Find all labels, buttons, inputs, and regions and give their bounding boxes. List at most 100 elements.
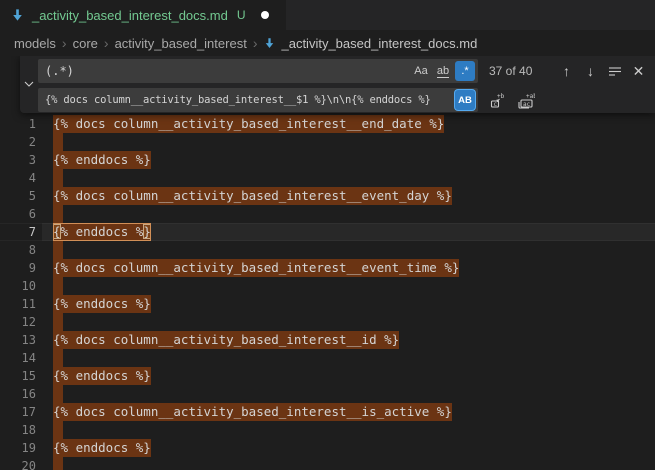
code-line[interactable]: 7 {% enddocs %} xyxy=(0,223,655,241)
unsaved-dot-icon[interactable] xyxy=(261,11,269,19)
line-number: 7 xyxy=(0,223,36,241)
line-text xyxy=(36,457,63,470)
code-line[interactable]: 9 {% docs column__activity_based_interest… xyxy=(0,259,655,277)
line-number: 5 xyxy=(0,187,36,205)
regex-toggle[interactable]: .* xyxy=(455,61,475,81)
line-text: {% enddocs %} xyxy=(36,295,151,313)
line-text xyxy=(36,421,63,439)
find-match-highlight-empty xyxy=(53,241,63,259)
code-line[interactable]: 17{% docs column__activity_based_interes… xyxy=(0,403,655,421)
line-text xyxy=(36,169,63,187)
find-match-highlight-empty xyxy=(53,457,63,470)
code-area[interactable]: 1{% docs column__activity_based_interest… xyxy=(0,115,655,470)
code-line[interactable]: 4 xyxy=(0,169,655,187)
line-number: 4 xyxy=(0,169,36,187)
line-number: 3 xyxy=(0,151,36,169)
code-line[interactable]: 18 xyxy=(0,421,655,439)
find-match-highlight-empty xyxy=(53,133,63,151)
line-text xyxy=(36,385,63,403)
line-text: {% docs column__activity_based_interest_… xyxy=(36,403,452,421)
breadcrumb-separator-icon: › xyxy=(251,35,260,51)
find-match-highlight: {% docs column__activity_based_interest_… xyxy=(53,115,444,133)
find-input[interactable]: (.*) Aa ab .* xyxy=(38,59,478,83)
previous-match-button[interactable]: ↑ xyxy=(556,61,577,82)
breadcrumb-item-file[interactable]: _activity_based_interest_docs.md xyxy=(263,36,477,51)
find-match-highlight: {% docs column__activity_based_interest_… xyxy=(53,331,399,349)
toggle-replace-button[interactable] xyxy=(20,56,38,113)
code-line[interactable]: 20 xyxy=(0,457,655,470)
next-match-button[interactable]: ↓ xyxy=(580,61,601,82)
code-line[interactable]: 11{% enddocs %} xyxy=(0,295,655,313)
code-line[interactable]: 13{% docs column__activity_based_interes… xyxy=(0,331,655,349)
line-text: {% docs column__activity_based_interest_… xyxy=(36,331,399,349)
find-match-highlight: {% docs column__activity_based_interest_… xyxy=(53,403,452,421)
code-line[interactable]: 12 xyxy=(0,313,655,331)
match-count: 37 of 40 xyxy=(489,64,547,78)
find-in-selection-button[interactable] xyxy=(604,61,625,82)
breadcrumb-item-models[interactable]: models xyxy=(14,36,56,51)
find-match-highlight-empty xyxy=(53,421,63,439)
find-match-highlight: {% docs column__activity_based_interest_… xyxy=(53,259,459,277)
line-number: 19 xyxy=(0,439,36,457)
close-find-widget-button[interactable]: ✕ xyxy=(628,61,649,82)
find-match-highlight: {% enddocs %} xyxy=(53,439,151,457)
replace-all-button[interactable]: +ab ac xyxy=(515,90,536,111)
replace-all-icon: +ab ac xyxy=(517,92,535,109)
code-line[interactable]: 10 xyxy=(0,277,655,295)
svg-text:c: c xyxy=(494,100,498,107)
line-text: {% enddocs %} xyxy=(36,151,151,169)
find-row: (.*) Aa ab .* 37 of 40 xyxy=(38,59,655,83)
editor-tab[interactable]: _activity_based_interest_docs.md U xyxy=(0,0,286,30)
code-line[interactable]: 19 {% enddocs %} xyxy=(0,439,655,457)
line-text: {% enddocs %} xyxy=(36,439,151,457)
line-text: {% enddocs %} xyxy=(36,367,151,385)
line-number: 12 xyxy=(0,313,36,331)
code-line[interactable]: 6 xyxy=(0,205,655,223)
editor-pane[interactable]: (.*) Aa ab .* 37 of 40 xyxy=(0,56,655,470)
line-number: 9 xyxy=(0,259,36,277)
find-match-highlight-empty xyxy=(53,205,63,223)
find-match-highlight: {% enddocs %} xyxy=(53,151,151,169)
line-number: 20 xyxy=(0,457,36,470)
code-line[interactable]: 2 xyxy=(0,133,655,151)
line-number: 10 xyxy=(0,277,36,295)
tab-filename: _activity_based_interest_docs.md xyxy=(32,8,228,23)
bracket-match-highlight: { xyxy=(53,224,61,239)
line-number: 14 xyxy=(0,349,36,367)
git-status-badge: U xyxy=(237,8,246,22)
find-match-highlight-empty xyxy=(53,313,63,331)
code-line[interactable]: 15 {% enddocs %} xyxy=(0,367,655,385)
replace-input[interactable]: {% docs column__activity_based_interest_… xyxy=(38,88,478,112)
code-line[interactable]: 8 xyxy=(0,241,655,259)
line-number: 18 xyxy=(0,421,36,439)
line-text xyxy=(36,133,63,151)
bracket-match-highlight: } xyxy=(143,224,151,239)
chevron-down-icon xyxy=(23,78,35,90)
line-number: 15 xyxy=(0,367,36,385)
match-case-toggle[interactable]: Aa xyxy=(411,61,431,81)
current-find-match-highlight: {% enddocs %} xyxy=(53,223,151,241)
whole-word-toggle[interactable]: ab xyxy=(433,61,453,81)
breadcrumb-item-activity-based-interest[interactable]: activity_based_interest xyxy=(115,36,247,51)
replace-button[interactable]: +b c xyxy=(487,90,508,111)
find-match-highlight-empty xyxy=(53,385,63,403)
code-line[interactable]: 1{% docs column__activity_based_interest… xyxy=(0,115,655,133)
preserve-case-toggle[interactable]: AB xyxy=(455,90,475,110)
line-number: 6 xyxy=(0,205,36,223)
markdown-file-icon xyxy=(10,8,25,23)
regex-label: .* xyxy=(461,65,468,77)
find-match-highlight: {% enddocs %} xyxy=(53,367,151,385)
line-number: 2 xyxy=(0,133,36,151)
find-match-highlight: {% docs column__activity_based_interest_… xyxy=(53,187,452,205)
find-match-highlight-empty xyxy=(53,277,63,295)
code-line[interactable]: 3 {% enddocs %} xyxy=(0,151,655,169)
code-line[interactable]: 16 xyxy=(0,385,655,403)
arrow-up-icon: ↑ xyxy=(563,63,570,79)
code-line[interactable]: 14 xyxy=(0,349,655,367)
code-line[interactable]: 5 {% docs column__activity_based_interest… xyxy=(0,187,655,205)
breadcrumb-item-core[interactable]: core xyxy=(73,36,98,51)
preserve-case-label: AB xyxy=(458,95,472,106)
line-text: {% docs column__activity_based_interest_… xyxy=(36,259,459,277)
svg-text:+b: +b xyxy=(497,93,505,100)
markdown-file-icon xyxy=(263,37,276,50)
